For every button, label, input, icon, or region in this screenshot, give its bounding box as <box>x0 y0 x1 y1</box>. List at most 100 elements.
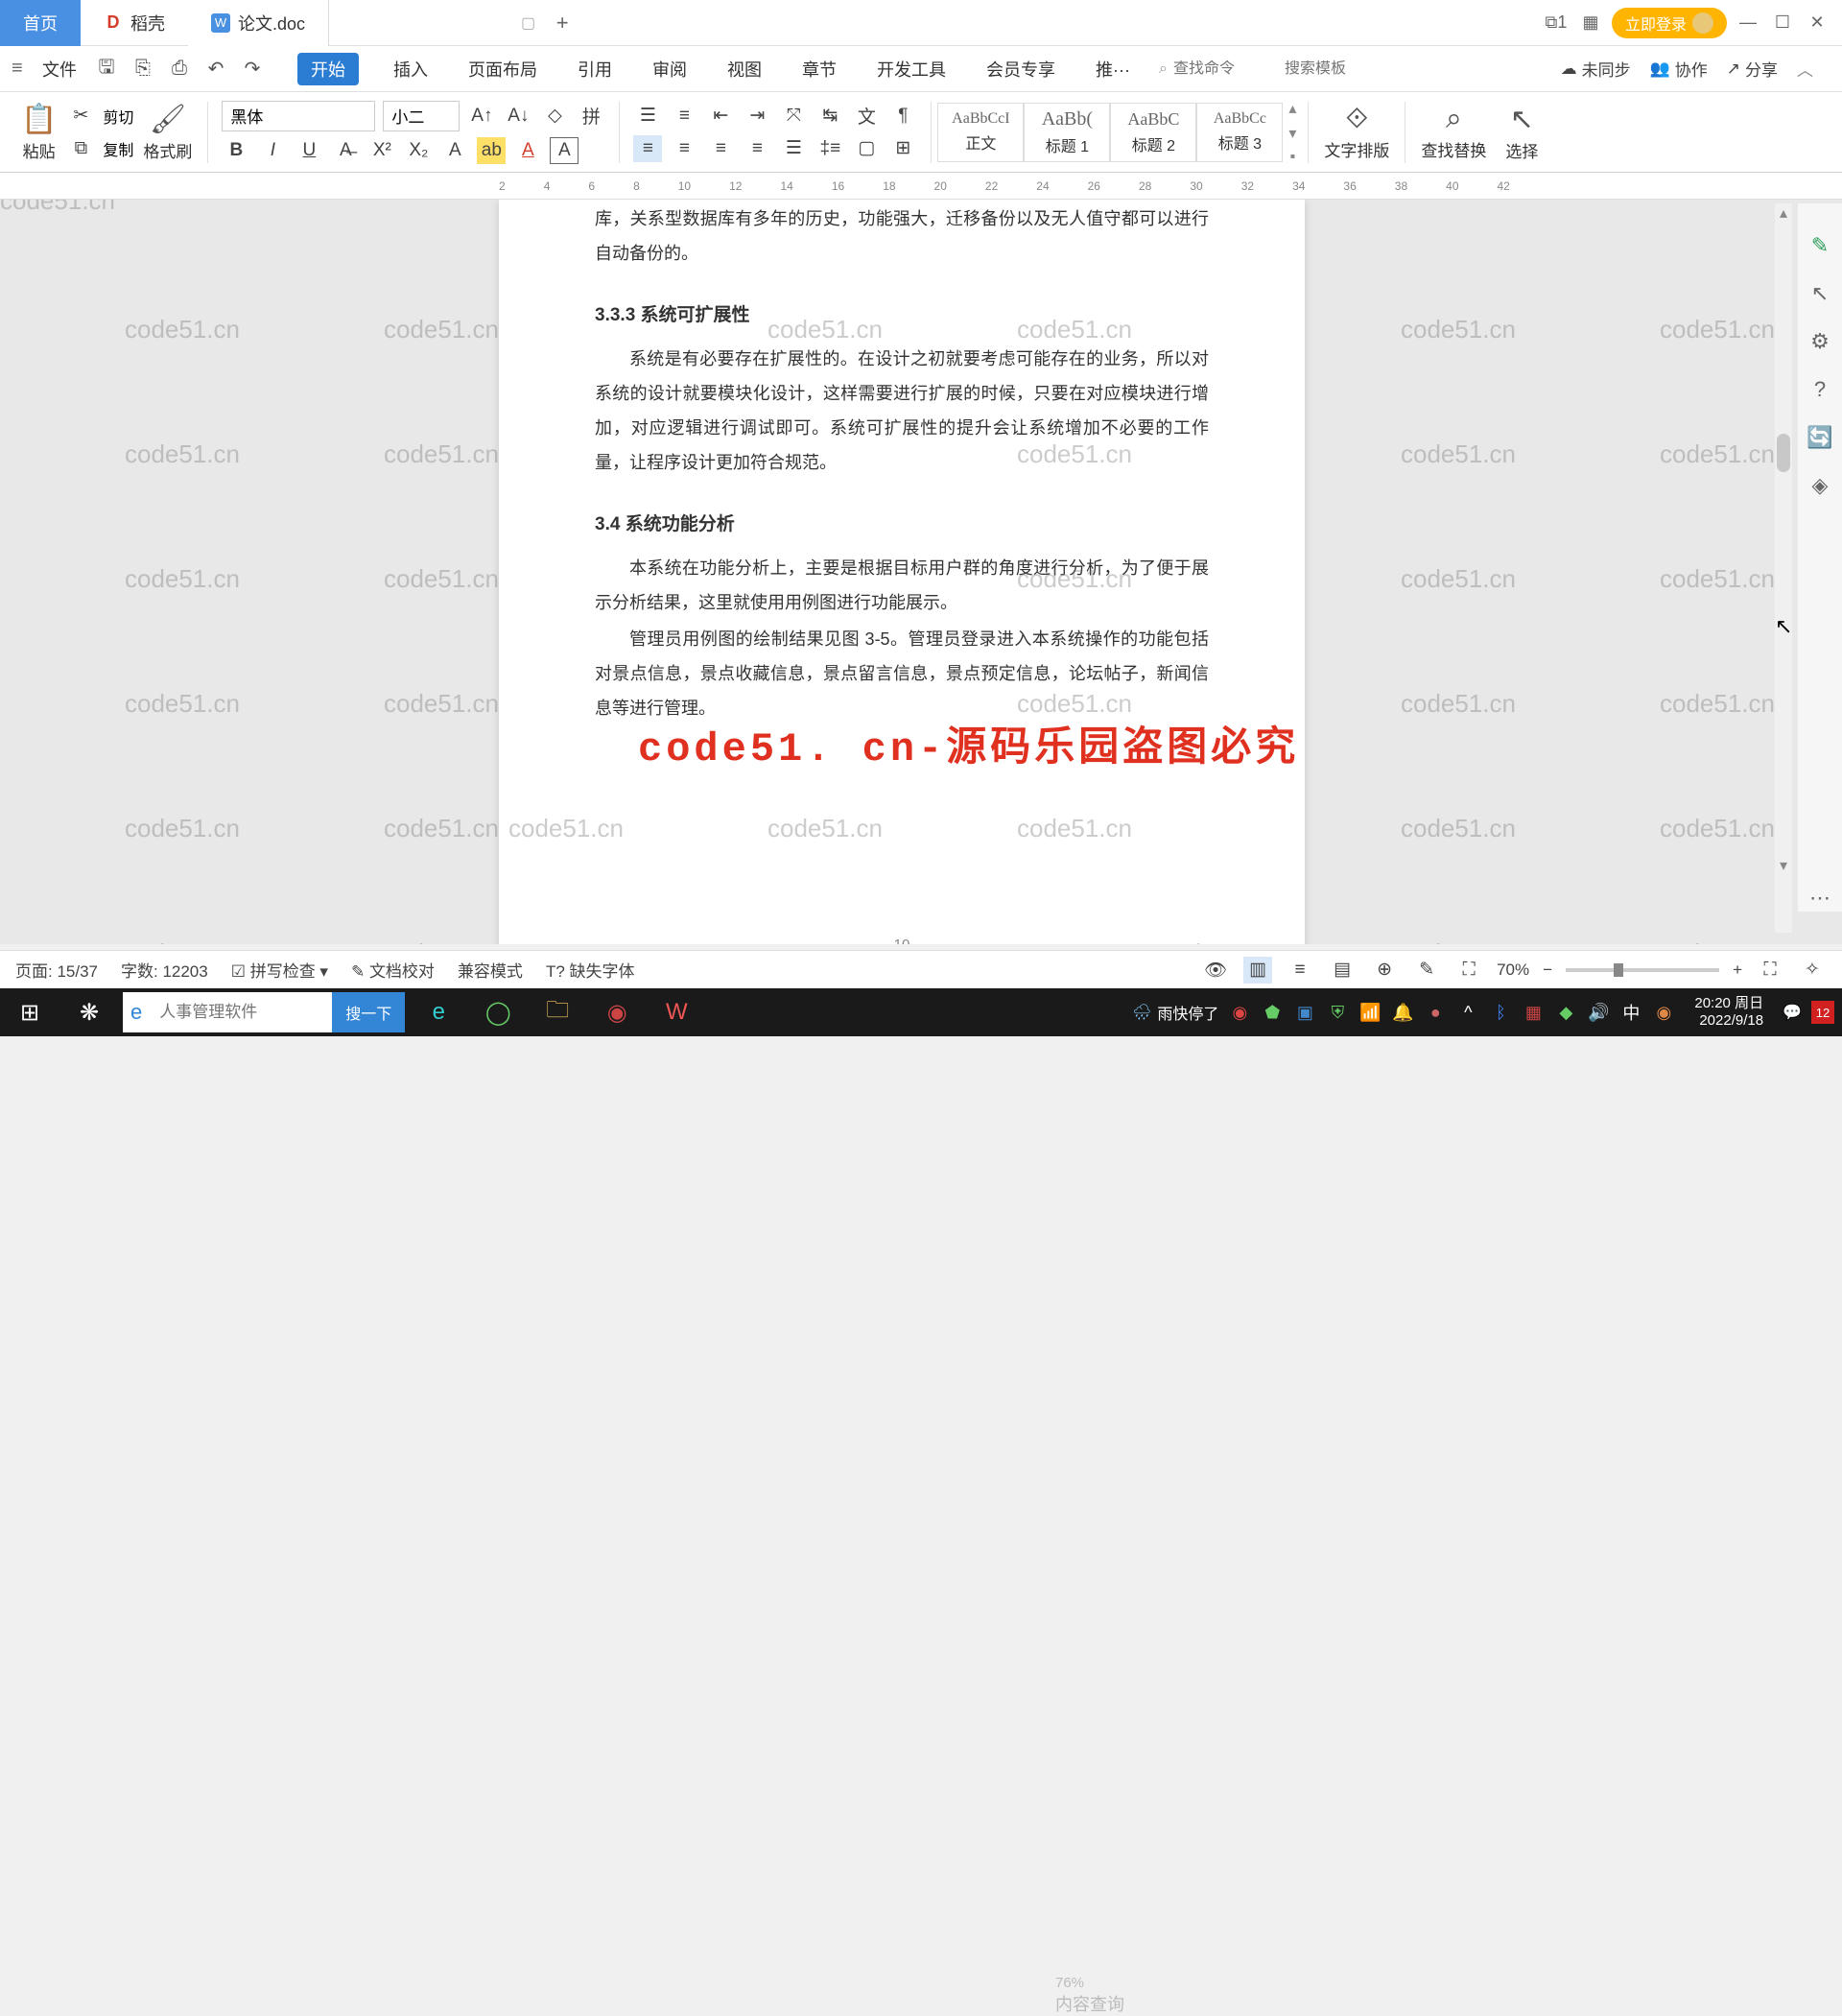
superscript-icon[interactable]: X² <box>367 137 396 164</box>
cursor-tool-icon[interactable]: ↖ <box>1807 280 1833 307</box>
menu-more[interactable]: 推··· <box>1090 53 1136 85</box>
edge-icon[interactable]: e <box>409 988 468 1036</box>
style-heading3[interactable]: AaBbCc标题 3 <box>1196 103 1283 162</box>
ruler[interactable]: 24681012141618202224262830323436384042 <box>0 173 1842 200</box>
start-button[interactable]: ⊞ <box>0 988 59 1036</box>
search-command-input[interactable] <box>1173 60 1279 78</box>
align-left-icon[interactable]: ≡ <box>633 135 662 162</box>
tray-app3-icon[interactable]: ▣ <box>1293 1003 1316 1023</box>
translate-icon[interactable]: 🔄 <box>1807 424 1833 451</box>
browser360-icon[interactable]: ◯ <box>468 988 528 1036</box>
more-tools-icon[interactable]: ⋯ <box>1807 885 1833 912</box>
menu-page-layout[interactable]: 页面布局 <box>462 53 543 85</box>
tab-home[interactable]: 首页 <box>0 0 81 46</box>
align-center-icon[interactable]: ≡ <box>670 135 698 162</box>
numbering-icon[interactable]: ≡ <box>670 103 698 130</box>
text-layout-group[interactable]: ⟐ 文字排版 <box>1314 92 1399 172</box>
page-mode-icon[interactable]: ≡ <box>1286 957 1314 984</box>
page[interactable]: 库，关系型数据库有多年的历史，功能强大，迁移备份以及无人值守都可以进行自动备份的… <box>499 200 1305 944</box>
weather-widget[interactable]: 🌧雨快停了 <box>1132 1001 1218 1024</box>
file-explorer-icon[interactable]: 🗀 <box>528 988 587 1036</box>
menu-member[interactable]: 会员专享 <box>980 53 1061 85</box>
search-template-input[interactable] <box>1285 60 1390 78</box>
notifications-icon[interactable]: 🔔 <box>1391 1003 1414 1023</box>
page-indicator[interactable]: 页面: 15/37 <box>15 958 98 982</box>
tray-up-icon[interactable]: ^ <box>1456 1003 1479 1023</box>
tray-shield-icon[interactable]: ⛨ <box>1326 1003 1349 1023</box>
tray-app5-icon[interactable]: ◆ <box>1554 1003 1577 1023</box>
taskbar-search-input[interactable] <box>150 1003 332 1022</box>
zoom-value[interactable]: 70% <box>1497 961 1529 980</box>
copilot-icon[interactable]: ❋ <box>59 988 119 1036</box>
bold-icon[interactable]: B <box>222 137 250 164</box>
app-icon[interactable]: ◉ <box>587 988 647 1036</box>
apps-icon[interactable]: ▦ <box>1577 10 1604 36</box>
font-family-select[interactable] <box>222 101 375 131</box>
find-replace-group[interactable]: ⌕ 查找替换 <box>1411 92 1496 172</box>
font-size-select[interactable] <box>383 101 460 131</box>
phonetic-icon[interactable]: 拼 <box>577 103 605 130</box>
menu-references[interactable]: 引用 <box>572 53 618 85</box>
italic-icon[interactable]: I <box>258 137 287 164</box>
zoom-out-icon[interactable]: − <box>1543 961 1552 980</box>
close-button[interactable]: ✕ <box>1804 10 1830 36</box>
style-normal[interactable]: AaBbCcI正文 <box>937 103 1024 162</box>
tab-char-icon[interactable]: ↹ <box>815 103 844 130</box>
tray-app2-icon[interactable]: ⬟ <box>1261 1003 1284 1023</box>
tab-overflow-icon[interactable]: ▢ <box>521 13 535 33</box>
styles-expand-icon[interactable]: ▪ <box>1290 149 1296 166</box>
align-justify-icon[interactable]: ≡ <box>743 135 771 162</box>
pen-tool-icon[interactable]: ✎ <box>1807 232 1833 259</box>
styles-down-icon[interactable]: ▾ <box>1288 124 1296 143</box>
menu-review[interactable]: 审阅 <box>647 53 693 85</box>
redo-icon[interactable]: ↷ <box>238 55 267 83</box>
ai-icon[interactable]: ◈ <box>1807 472 1833 499</box>
strikethrough-icon[interactable]: A̶ <box>331 137 360 164</box>
text-effects-icon[interactable]: A <box>440 137 469 164</box>
print-icon[interactable]: ⎙ <box>165 55 194 83</box>
subscript-icon[interactable]: X₂ <box>404 137 433 164</box>
copy-icon[interactable]: ⧉ <box>66 135 95 162</box>
zoom-in-icon[interactable]: + <box>1733 961 1742 980</box>
shading-icon[interactable]: ▢ <box>852 135 881 162</box>
minimize-button[interactable]: — <box>1735 10 1761 36</box>
file-menu[interactable]: 文件 <box>42 57 77 82</box>
tray-app4-icon[interactable]: ▦ <box>1522 1003 1545 1023</box>
wifi-icon[interactable]: 📶 <box>1358 1003 1382 1023</box>
sync-status[interactable]: ☁未同步 <box>1561 57 1631 81</box>
scroll-down-icon[interactable]: ▾ <box>1775 856 1792 875</box>
menu-start[interactable]: 开始 <box>297 53 359 85</box>
undo-icon[interactable]: ↶ <box>201 55 230 83</box>
settings-slider-icon[interactable]: ⚙ <box>1807 328 1833 355</box>
fit-icon[interactable]: ⛶ <box>1454 957 1483 984</box>
styles-up-icon[interactable]: ▴ <box>1288 99 1296 118</box>
distribute-icon[interactable]: ☰ <box>779 135 808 162</box>
char-border-icon[interactable]: A <box>550 137 579 164</box>
new-tab-button[interactable]: + <box>547 11 578 36</box>
compat-mode[interactable]: 兼容模式 <box>458 958 523 982</box>
tray-dot-icon[interactable]: ● <box>1424 1003 1447 1023</box>
sort-icon[interactable]: ⤧ <box>779 103 808 130</box>
tray-app6-icon[interactable]: ◉ <box>1652 1003 1675 1023</box>
borders-icon[interactable]: ⊞ <box>888 135 917 162</box>
action-center-icon[interactable]: 💬 <box>1783 1003 1802 1022</box>
outline-mode-icon[interactable]: ▤ <box>1328 957 1357 984</box>
underline-icon[interactable]: U <box>295 137 323 164</box>
best-fit-icon[interactable]: ✧ <box>1798 957 1827 984</box>
proofread-button[interactable]: ✎ 文档校对 <box>351 958 435 982</box>
save-icon[interactable]: 🖫 <box>92 55 121 83</box>
help-icon[interactable]: ? <box>1807 376 1833 403</box>
web-mode-icon[interactable]: ⊕ <box>1370 957 1399 984</box>
text-direction-icon[interactable]: 文 <box>852 103 881 130</box>
tab-docer[interactable]: D 稻壳 <box>81 0 188 46</box>
bullets-icon[interactable]: ☰ <box>633 103 662 130</box>
cut-icon[interactable]: ✂ <box>66 103 95 130</box>
taskbar-search-button[interactable]: 搜一下 <box>332 992 405 1032</box>
maximize-button[interactable]: ☐ <box>1769 10 1796 36</box>
menu-insert[interactable]: 插入 <box>388 53 434 85</box>
tab-document[interactable]: W 论文.doc <box>188 0 329 46</box>
increase-font-icon[interactable]: A↑ <box>467 103 496 130</box>
line-spacing-icon[interactable]: ‡≡ <box>815 135 844 162</box>
select-group[interactable]: ↖ 选择 <box>1496 92 1547 172</box>
annotate-icon[interactable]: ✎ <box>1412 957 1441 984</box>
